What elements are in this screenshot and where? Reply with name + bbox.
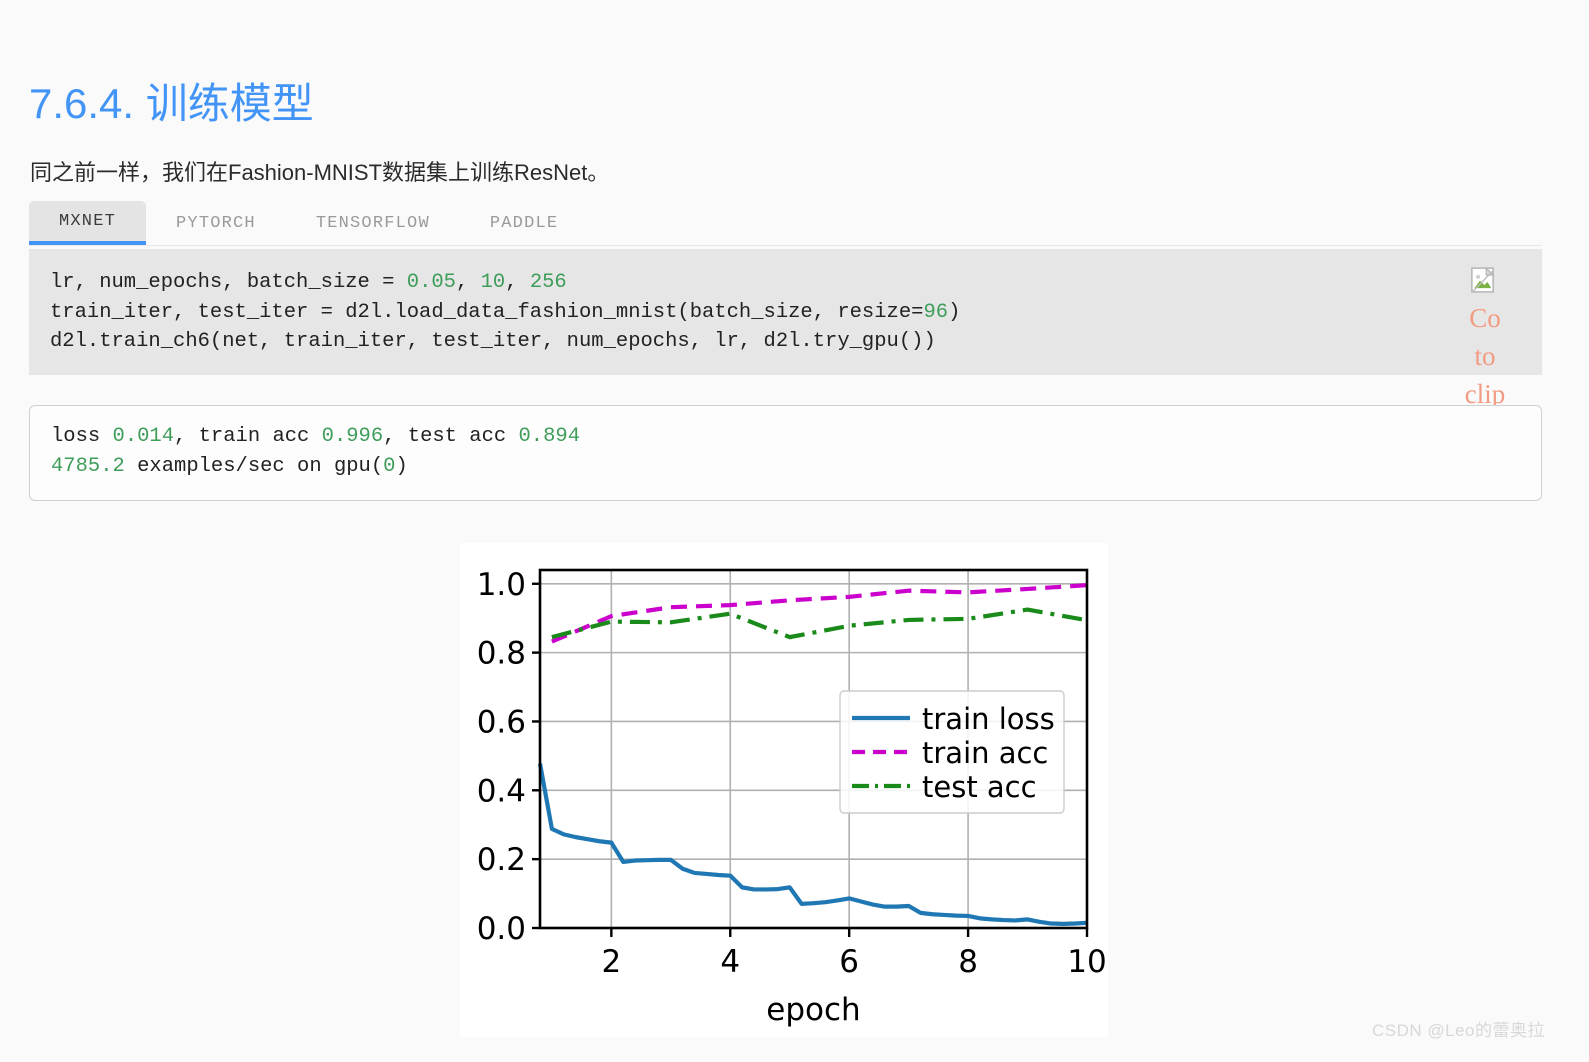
code-num-epochs: 10 bbox=[480, 271, 506, 294]
framework-tabs: MXNET PYTORCH TENSORFLOW PADDLE bbox=[29, 201, 1542, 245]
tab-mxnet[interactable]: MXNET bbox=[29, 201, 147, 245]
ytick-label: 0.4 bbox=[477, 773, 526, 809]
tabbar-divider bbox=[29, 245, 1542, 246]
ytick-label: 0.2 bbox=[477, 842, 526, 878]
out-trainacc-value: 0.996 bbox=[321, 425, 384, 448]
out-throughput-label: examples/sec on gpu( bbox=[124, 455, 384, 478]
out-loss-label: loss bbox=[51, 425, 113, 448]
out-throughput-value: 4785.2 bbox=[51, 455, 125, 478]
code-line3-text: d2l.train_ch6(net, train_iter, test_iter… bbox=[50, 330, 936, 353]
copy-label-line1: Co bbox=[1469, 303, 1501, 333]
page-root: 7.6.4. 训练模型 同之前一样，我们在Fashion-MNIST数据集上训练… bbox=[0, 0, 1589, 1062]
tab-paddle[interactable]: PADDLE bbox=[460, 201, 588, 245]
out-loss-value: 0.014 bbox=[112, 425, 175, 448]
out-testacc-label: , test acc bbox=[383, 425, 519, 448]
code-block[interactable]: lr, num_epochs, batch_size = 0.05, 10, 2… bbox=[29, 249, 1542, 375]
code-line1-text: lr, num_epochs, batch_size = bbox=[50, 271, 407, 294]
xaxis-label: epoch bbox=[766, 992, 860, 1028]
code-sep2: , bbox=[505, 271, 530, 294]
copy-label-line2: to bbox=[1474, 341, 1496, 371]
out-trainacc-label: , train acc bbox=[174, 425, 322, 448]
training-chart-svg: 0.00.20.40.60.81.02 4 6 8 10epochtrain losst… bbox=[460, 543, 1108, 1037]
code-num-lr: 0.05 bbox=[406, 271, 456, 294]
code-num-batch: 256 bbox=[529, 271, 567, 294]
ytick-label: 0.6 bbox=[477, 704, 526, 740]
training-chart-figure: 0.0 0.2 0.4 0.6 0.8 1.0 2 4 6 8 10 epoch train loss t… bbox=[460, 543, 1108, 1037]
legend-label-train-acc: train acc bbox=[922, 736, 1048, 770]
ytick-label: 0.0 bbox=[477, 911, 526, 947]
copy-to-clipboard-button[interactable]: Co to clip bbox=[1462, 265, 1508, 413]
xtick-label: 4 bbox=[720, 944, 740, 980]
tab-pytorch[interactable]: PYTORCH bbox=[146, 201, 286, 245]
page-title: 7.6.4. 训练模型 bbox=[29, 80, 314, 128]
code-line2-text: train_iter, test_iter = d2l.load_data_fa… bbox=[50, 300, 924, 324]
out-gpu-index: 0 bbox=[383, 455, 396, 478]
tab-tensorflow[interactable]: TENSORFLOW bbox=[286, 201, 460, 245]
xtick-label: 8 bbox=[958, 944, 978, 980]
output-content: loss 0.014, train acc 0.996, test acc 0.… bbox=[30, 406, 1541, 482]
ytick-label: 0.8 bbox=[477, 636, 526, 672]
legend-label-test-acc: test acc bbox=[922, 770, 1037, 804]
legend-label-train-loss: train loss bbox=[922, 702, 1055, 736]
code-line2-close: ) bbox=[948, 300, 961, 324]
code-sep1: , bbox=[455, 271, 481, 294]
output-block: loss 0.014, train acc 0.996, test acc 0.… bbox=[29, 405, 1542, 501]
code-content: lr, num_epochs, batch_size = 0.05, 10, 2… bbox=[29, 249, 1542, 357]
code-num-resize: 96 bbox=[923, 300, 949, 324]
watermark: CSDN @Leo的蕾奥拉 bbox=[1372, 1021, 1546, 1040]
ytick-label: 1.0 bbox=[477, 567, 526, 603]
broken-image-icon bbox=[1471, 266, 1495, 293]
xtick-label: 10 bbox=[1067, 944, 1106, 980]
xtick-label: 6 bbox=[839, 944, 859, 980]
out-gpu-close: ) bbox=[395, 455, 408, 478]
out-testacc-value: 0.894 bbox=[518, 425, 581, 448]
intro-paragraph: 同之前一样，我们在Fashion-MNIST数据集上训练ResNet。 bbox=[30, 160, 610, 185]
xtick-label: 2 bbox=[601, 944, 621, 980]
